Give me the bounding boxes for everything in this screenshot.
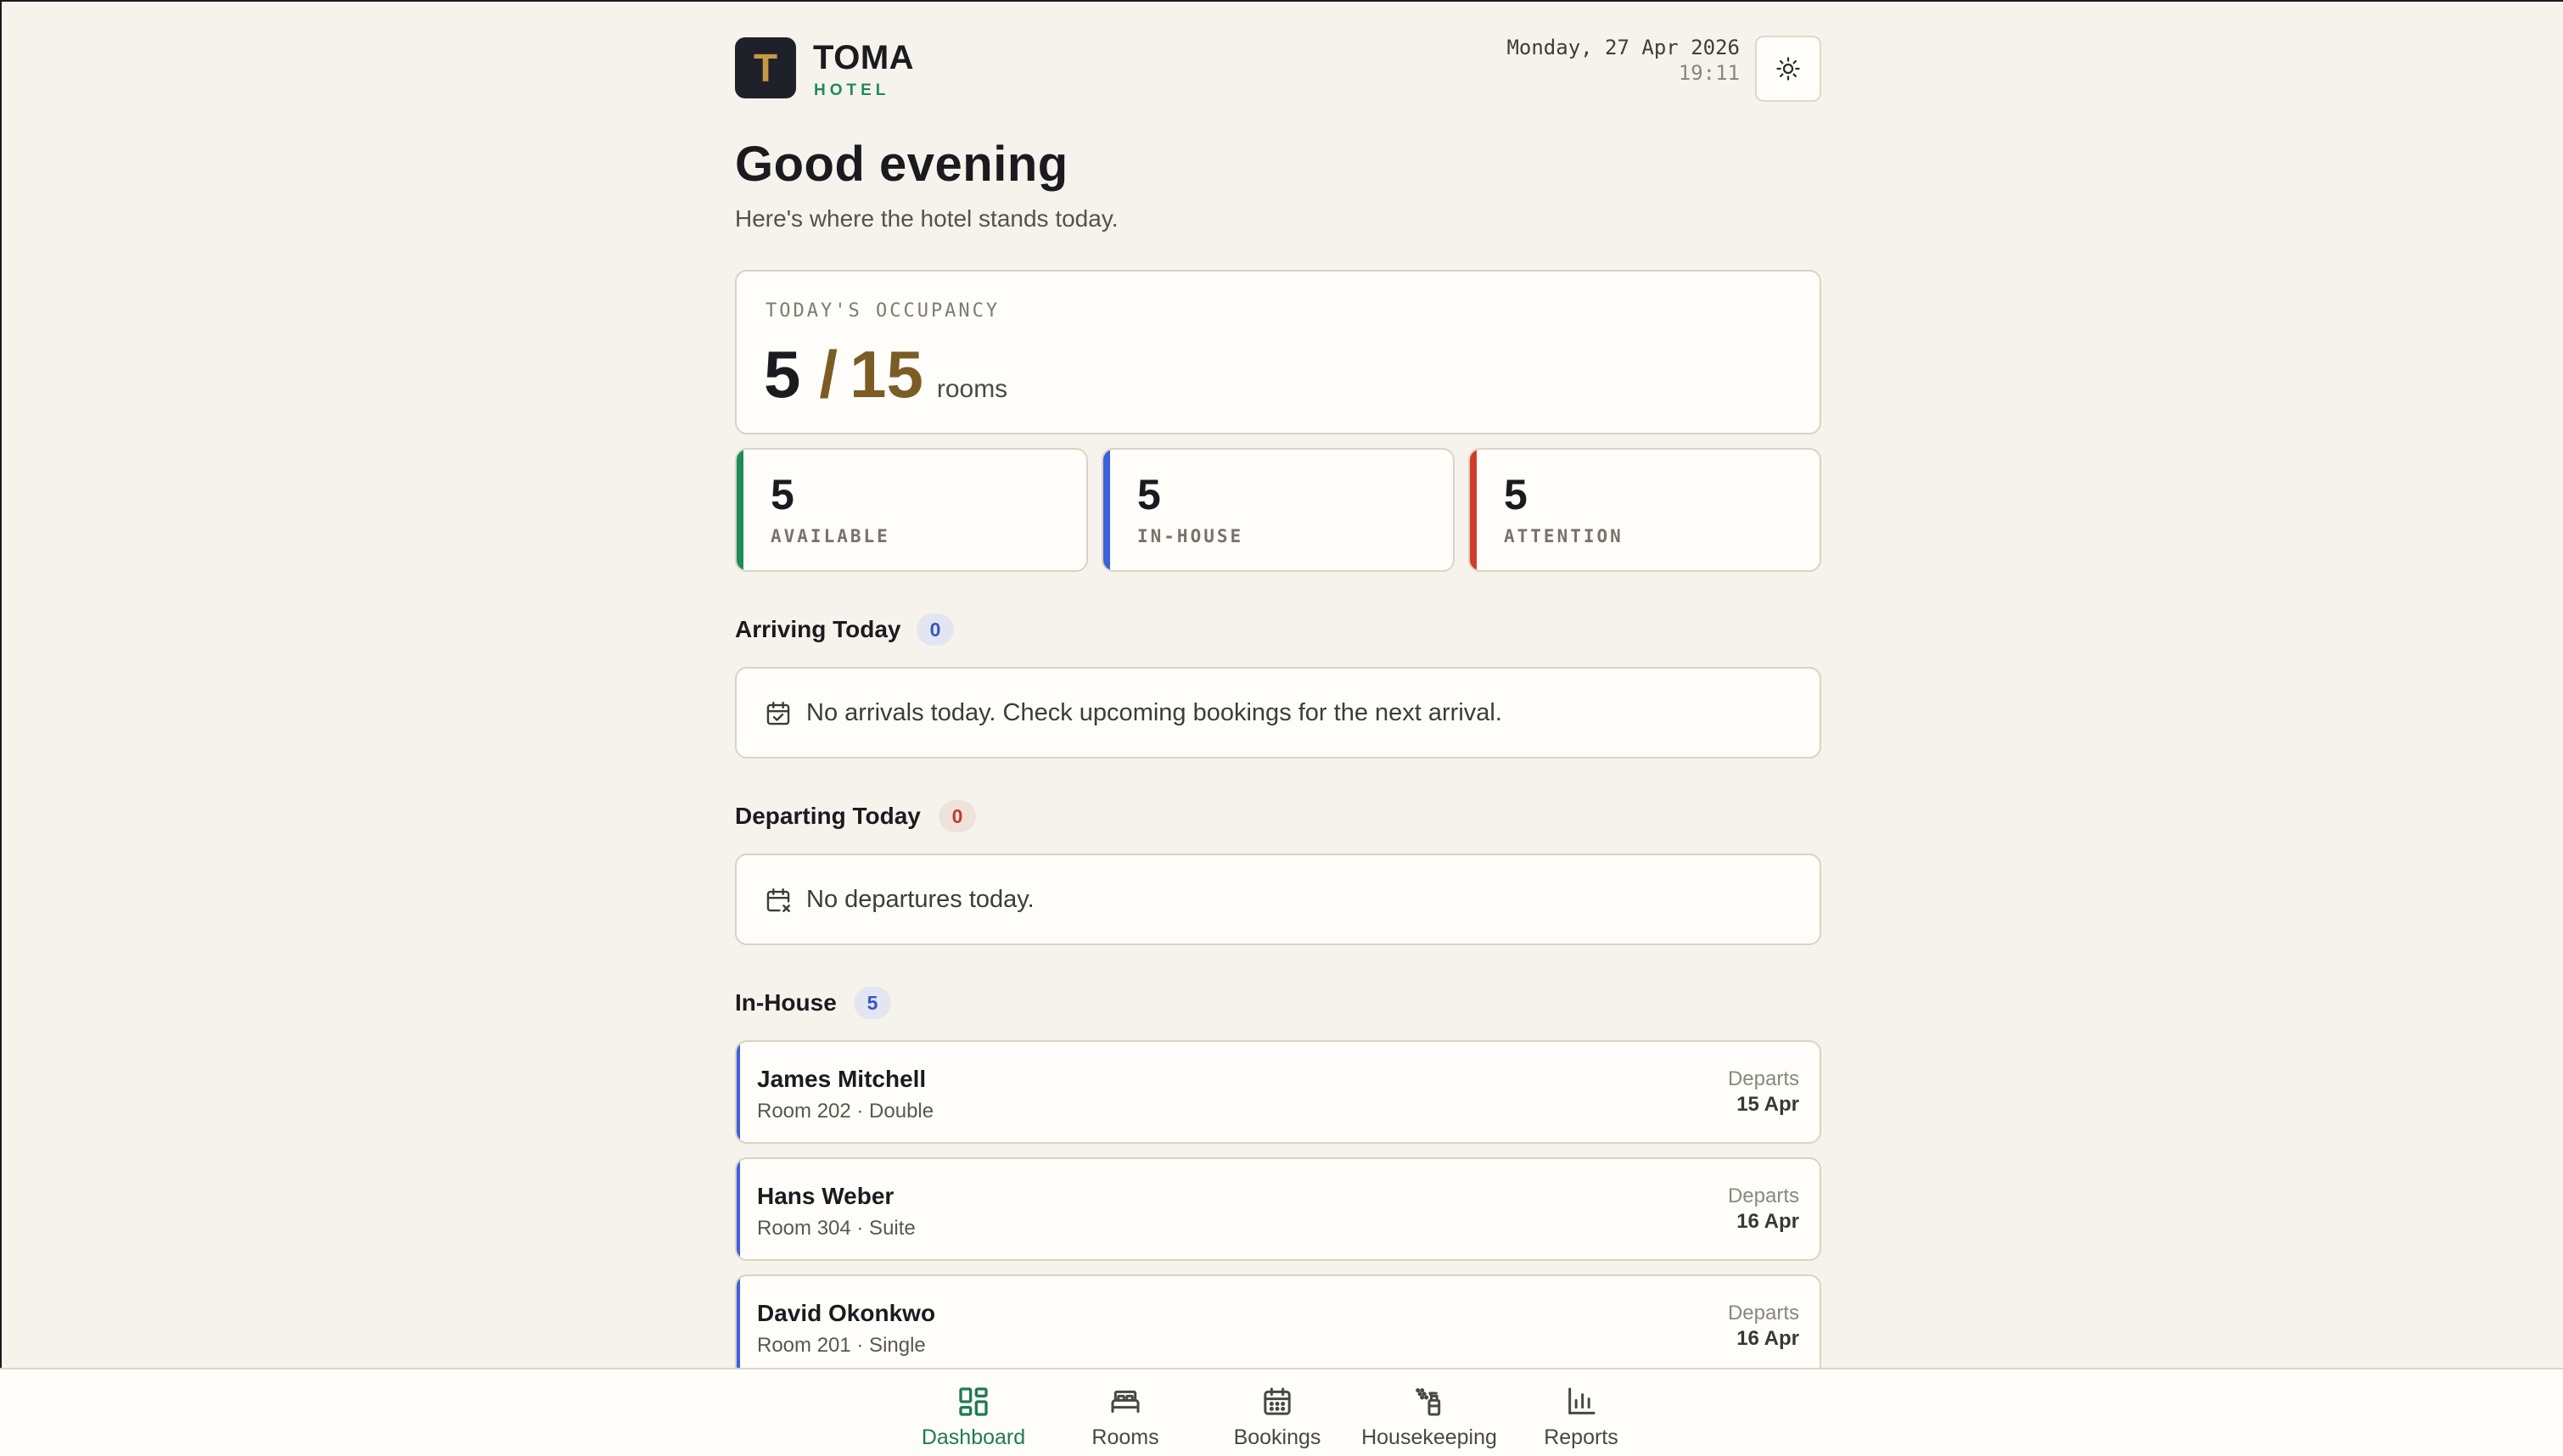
calendar-x-icon: [766, 888, 790, 912]
departs-label: Departs: [1727, 1184, 1799, 1207]
guest-name: Hans Weber: [757, 1183, 895, 1209]
logo-letter: T: [753, 46, 778, 90]
guest-card[interactable]: James Mitchell Room 202 · Double Departs…: [735, 1040, 1821, 1144]
guest-accent-bar: [737, 1042, 740, 1142]
spray-bottle-icon: [1416, 1388, 1441, 1416]
arrivals-empty-card: No arrivals today. Check upcoming bookin…: [735, 667, 1821, 759]
greeting-title: Good evening: [735, 137, 1068, 192]
departing-count-badge: 0: [939, 800, 976, 832]
bottom-nav: Dashboard Rooms Bookings Housekeeping Re…: [0, 1368, 2563, 1456]
occupancy-card: TODAY'S OCCUPANCY 5 / 15 rooms: [735, 270, 1821, 434]
total-rooms: 15: [850, 337, 923, 412]
window-left-edge: [0, 0, 2, 1456]
current-date: Monday, 27 Apr 2026: [1506, 36, 1740, 59]
hotel-logo: T: [735, 37, 796, 98]
guest-room: Room 201 · Single: [757, 1334, 926, 1357]
departures-empty-message: No departures today.: [806, 886, 1035, 913]
stat-card-attention[interactable]: 5 ATTENTION: [1468, 448, 1821, 572]
greeting-subtitle: Here's where the hotel stands today.: [735, 205, 1119, 232]
stat-accent-bar: [1470, 450, 1477, 570]
departs-label: Departs: [1727, 1067, 1799, 1090]
stat-value: 5: [1137, 471, 1161, 518]
occupancy-label: TODAY'S OCCUPANCY: [766, 300, 1001, 322]
stat-accent-bar: [737, 450, 743, 570]
guest-room: Room 202 · Double: [757, 1100, 934, 1123]
guest-card[interactable]: David Okonkwo Room 201 · Single Departs …: [735, 1274, 1821, 1378]
guest-name: David Okonkwo: [757, 1300, 936, 1326]
departs-date: 16 Apr: [1736, 1327, 1799, 1350]
dashboard-icon: [959, 1387, 988, 1416]
stat-accent-bar: [1103, 450, 1110, 570]
occupied-rooms: 5: [764, 337, 801, 412]
in-house-count-badge: 5: [854, 987, 891, 1019]
guest-accent-bar: [737, 1276, 740, 1376]
brand-subtitle: HOTEL: [814, 81, 890, 99]
nav-label: Reports: [1544, 1425, 1618, 1449]
departures-empty-card: No departures today.: [735, 854, 1821, 945]
bar-chart-icon: [1568, 1387, 1596, 1414]
stat-card-in-house[interactable]: 5 IN-HOUSE: [1102, 448, 1455, 572]
bed-icon: [1111, 1390, 1140, 1414]
stat-label: AVAILABLE: [771, 526, 890, 546]
nav-dashboard[interactable]: Dashboard: [897, 1385, 1050, 1450]
nav-label: Rooms: [1091, 1425, 1159, 1449]
stat-label: IN-HOUSE: [1137, 526, 1244, 546]
occupancy-unit: rooms: [936, 375, 1008, 403]
window-top-edge: [0, 0, 2563, 2]
sun-icon: [1776, 57, 1800, 81]
guest-name: James Mitchell: [757, 1066, 927, 1092]
occupancy-separator: /: [819, 337, 838, 412]
nav-housekeeping[interactable]: Housekeeping: [1353, 1385, 1506, 1450]
nav-bookings[interactable]: Bookings: [1201, 1385, 1354, 1450]
guest-accent-bar: [737, 1159, 740, 1259]
stat-label: ATTENTION: [1504, 526, 1624, 546]
stat-value: 5: [1504, 471, 1528, 518]
stat-card-available[interactable]: 5 AVAILABLE: [735, 448, 1088, 572]
guest-room: Room 304 · Suite: [757, 1217, 916, 1240]
nav-rooms[interactable]: Rooms: [1049, 1385, 1202, 1450]
nav-label: Dashboard: [921, 1425, 1026, 1449]
nav-label: Housekeeping: [1361, 1425, 1497, 1449]
departs-label: Departs: [1727, 1302, 1799, 1324]
theme-toggle-button[interactable]: [1755, 36, 1821, 102]
in-house-title: In-House: [735, 989, 837, 1016]
arriving-today-title: Arriving Today: [735, 616, 901, 642]
guest-card[interactable]: Hans Weber Room 304 · Suite Departs 16 A…: [735, 1157, 1821, 1261]
occupancy-value: 5 / 15 rooms: [764, 336, 1007, 413]
brand-name: TOMA: [813, 39, 915, 76]
departs-date: 15 Apr: [1736, 1093, 1799, 1116]
calendar-icon: [1264, 1387, 1291, 1415]
arrivals-empty-message: No arrivals today. Check upcoming bookin…: [806, 699, 1502, 726]
arriving-count-badge: 0: [917, 613, 954, 646]
nav-reports[interactable]: Reports: [1505, 1385, 1657, 1450]
departing-today-title: Departing Today: [735, 803, 921, 829]
current-time: 19:11: [1678, 61, 1740, 85]
departs-date: 16 Apr: [1736, 1210, 1799, 1233]
calendar-check-icon: [766, 702, 790, 725]
stat-value: 5: [771, 471, 794, 518]
nav-label: Bookings: [1233, 1425, 1321, 1449]
